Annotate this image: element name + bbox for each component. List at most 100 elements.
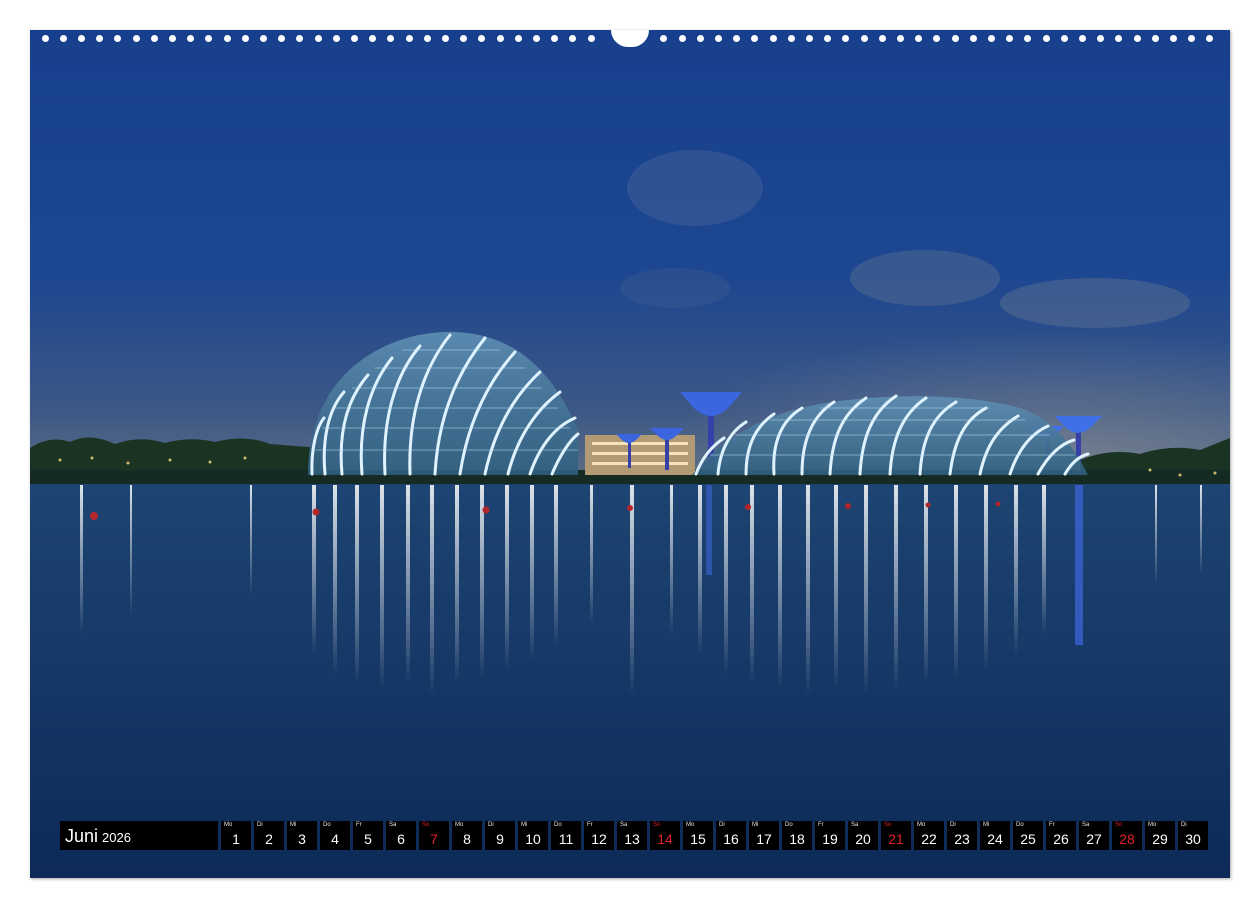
binding-hole	[41, 35, 49, 42]
day-cell: So 7	[419, 821, 449, 850]
day-cell: Mi 17	[749, 821, 779, 850]
day-number: 17	[756, 831, 772, 847]
weekday-label: Fr	[356, 822, 362, 828]
binding-hole	[369, 35, 377, 42]
day-number: 5	[364, 831, 372, 847]
binding-hole	[241, 35, 249, 42]
weekday-label: Do	[1016, 822, 1024, 828]
binding-hole	[350, 35, 358, 42]
day-number: 19	[822, 831, 838, 847]
night-skyline-photo	[30, 30, 1230, 878]
weekday-label: Do	[785, 822, 793, 828]
binding-hole	[314, 35, 322, 42]
day-number: 21	[888, 831, 904, 847]
day-cell: So 14	[650, 821, 680, 850]
binding-hole	[915, 35, 923, 42]
weekday-label: Do	[323, 822, 331, 828]
day-number: 8	[463, 831, 471, 847]
weekday-label: Sa	[620, 822, 628, 828]
binding-hole	[296, 35, 304, 42]
binding-hole	[587, 35, 595, 42]
day-number: 29	[1152, 831, 1168, 847]
binding-hole	[187, 35, 195, 42]
weekday-label: Di	[488, 822, 494, 828]
binding-hole	[332, 35, 340, 42]
binding-hole	[805, 35, 813, 42]
weekday-label: Mo	[224, 822, 233, 828]
day-cell: Sa 6	[386, 821, 416, 850]
binding-hole	[769, 35, 777, 42]
weekday-label: Mo	[1148, 822, 1157, 828]
day-number: 27	[1086, 831, 1102, 847]
weekday-label: Di	[950, 822, 956, 828]
day-cell: Mo 22	[914, 821, 944, 850]
weekday-label: Sa	[389, 822, 397, 828]
day-cell: Sa 20	[848, 821, 878, 850]
cloud	[1000, 278, 1190, 328]
binding-hole	[1042, 35, 1050, 42]
day-cell: Di 30	[1178, 821, 1208, 850]
day-number: 25	[1020, 831, 1036, 847]
binding-hole	[1097, 35, 1105, 42]
weekday-label: Mi	[521, 822, 528, 828]
binding-hole	[878, 35, 886, 42]
binding-hole	[405, 35, 413, 42]
day-number: 7	[430, 831, 438, 847]
binding-hole	[460, 35, 468, 42]
day-cell: So 21	[881, 821, 911, 850]
binding-hole	[59, 35, 67, 42]
day-cell: Do 11	[551, 821, 581, 850]
binding-hole	[205, 35, 213, 42]
weekday-label: So	[422, 822, 430, 828]
day-cell: Fr 19	[815, 821, 845, 850]
binding-hole	[733, 35, 741, 42]
day-number: 20	[855, 831, 871, 847]
binding-hole	[1115, 35, 1123, 42]
day-number: 23	[954, 831, 970, 847]
binding-hole	[660, 35, 668, 42]
weekday-label: So	[1115, 822, 1123, 828]
cloud	[627, 150, 763, 226]
year: 2026	[102, 830, 131, 845]
binding-hole	[933, 35, 941, 42]
weekday-label: Fr	[1049, 822, 1055, 828]
day-cell: Mo 15	[683, 821, 713, 850]
binding-hole	[387, 35, 395, 42]
weekday-label: Mi	[983, 822, 990, 828]
binding-hole	[1006, 35, 1014, 42]
day-number: 9	[496, 831, 504, 847]
binding-hole	[441, 35, 449, 42]
binding-hole	[96, 35, 104, 42]
day-number: 30	[1185, 831, 1201, 847]
day-cell: Di 16	[716, 821, 746, 850]
weekday-label: Di	[257, 822, 263, 828]
binding-hole	[860, 35, 868, 42]
binding-hole	[150, 35, 158, 42]
weekday-label: Do	[554, 822, 562, 828]
day-cell: Mo 29	[1145, 821, 1175, 850]
day-cell: Mi 24	[980, 821, 1010, 850]
day-number: 2	[265, 831, 273, 847]
binding-hole	[532, 35, 540, 42]
day-cell: Do 4	[320, 821, 350, 850]
day-number: 10	[525, 831, 541, 847]
binding-hole	[951, 35, 959, 42]
binding-hole	[514, 35, 522, 42]
day-cell: Fr 12	[584, 821, 614, 850]
binding-hole	[842, 35, 850, 42]
weekday-label: Mo	[455, 822, 464, 828]
day-cell: Mo 1	[221, 821, 251, 850]
day-cell: Fr 26	[1046, 821, 1076, 850]
binding-hole	[223, 35, 231, 42]
binding-hole	[751, 35, 759, 42]
weekday-label: Mi	[752, 822, 759, 828]
binding-hole	[678, 35, 686, 42]
weekday-label: So	[884, 822, 892, 828]
binding-hole	[1206, 35, 1214, 42]
binding-hole	[1078, 35, 1086, 42]
binding-hole	[787, 35, 795, 42]
day-cell: Sa 27	[1079, 821, 1109, 850]
binding-hole	[1133, 35, 1141, 42]
cloud	[850, 250, 1000, 306]
cloud	[620, 268, 730, 308]
